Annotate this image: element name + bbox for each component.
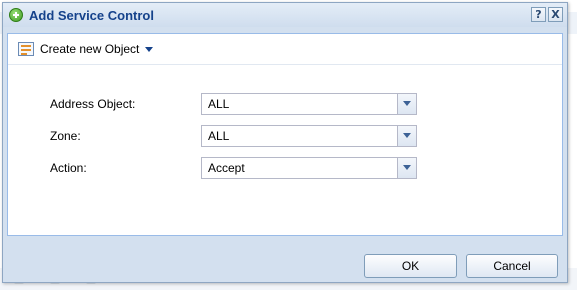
address-object-value: ALL [208,97,230,111]
dialog-body: Create new Object Address Object: ALL Zo… [7,33,563,236]
page: Add Service Control ? X Create new Objec… [0,0,577,296]
ok-button[interactable]: OK [364,254,457,278]
add-circle-icon [9,8,23,22]
create-new-object-label: Create new Object [40,42,140,56]
close-button[interactable]: X [548,7,563,22]
zone-value: ALL [208,129,230,143]
dialog-toolbar: Create new Object [8,34,562,65]
add-service-control-dialog: Add Service Control ? X Create new Objec… [2,2,568,283]
zone-label: Zone: [50,129,81,143]
dialog-title: Add Service Control [29,7,154,23]
address-object-row: Address Object: ALL [8,92,562,116]
cancel-button[interactable]: Cancel [466,254,558,278]
address-object-label: Address Object: [50,97,136,111]
create-new-object-button[interactable]: Create new Object [14,38,157,60]
chevron-down-icon[interactable] [397,94,416,114]
dialog-footer: OK Cancel [3,241,567,283]
object-list-icon [18,42,34,56]
help-button[interactable]: ? [531,7,546,22]
dialog-titlebar[interactable]: Add Service Control ? X [3,3,567,27]
address-object-select[interactable]: ALL [201,93,417,115]
zone-select[interactable]: ALL [201,125,417,147]
chevron-down-icon[interactable] [397,158,416,178]
chevron-down-icon[interactable] [397,126,416,146]
action-select[interactable]: Accept [201,157,417,179]
chevron-down-icon [145,46,154,52]
zone-row: Zone: ALL [8,124,562,148]
action-row: Action: Accept [8,156,562,180]
action-value: Accept [208,161,245,175]
action-label: Action: [50,161,87,175]
